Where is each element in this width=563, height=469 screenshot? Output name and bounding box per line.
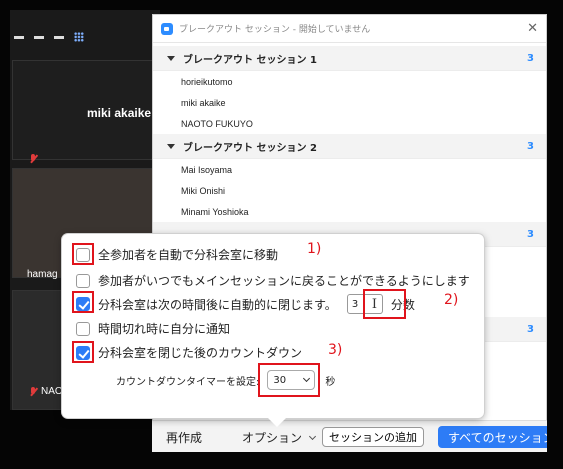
participant-name: hamag: [27, 269, 58, 280]
option-auto-move[interactable]: 全参加者を自動で分科会室に移動: [76, 246, 278, 263]
zoom-logo-icon: [161, 22, 173, 35]
list-item[interactable]: Mai Isoyama: [153, 159, 546, 180]
room-header[interactable]: ブレークアウト セッション 2 3: [153, 134, 546, 159]
option-notify[interactable]: 時間切れ時に自分に通知: [76, 320, 230, 337]
option-label: 全参加者を自動で分科会室に移動: [98, 248, 279, 262]
open-all-sessions-button[interactable]: すべてのセッション: [438, 426, 547, 448]
list-item[interactable]: NAOTO FUKUYO: [153, 113, 546, 134]
chevron-down-icon[interactable]: [167, 143, 175, 149]
screen: miki akaike hamag NAO ブレークアウト セッション - 開始…: [0, 0, 563, 469]
chevron-down-icon[interactable]: [167, 55, 175, 61]
grid-view-icon[interactable]: [74, 32, 84, 42]
view-icon[interactable]: [34, 35, 44, 39]
highlight-box: [258, 363, 320, 397]
highlight-box: [72, 341, 94, 363]
list-item[interactable]: Minami Yoshioka: [153, 201, 546, 222]
room-name: ブレークアウト セッション 1: [183, 54, 317, 66]
options-button[interactable]: オプション: [242, 429, 317, 446]
room-header[interactable]: ブレークアウト セッション 1 3: [153, 46, 546, 71]
list-item[interactable]: Miki Onishi: [153, 180, 546, 201]
option-return-anytime[interactable]: 参加者がいつでもメインセッションに戻ることができるようにします: [76, 272, 470, 289]
option-label: 分科会室は次の時間後に自動的に閉じます。: [98, 297, 337, 312]
options-popup: 全参加者を自動で分科会室に移動 参加者がいつでもメインセッションに戻ることができ…: [62, 234, 484, 427]
highlight-box: [72, 243, 94, 265]
return-anytime-checkbox[interactable]: [76, 273, 90, 288]
option-label: 参加者がいつでもメインセッションに戻ることができるようにします: [98, 274, 470, 288]
window-titlebar: ブレークアウト セッション - 開始していません ✕: [153, 15, 546, 43]
option-label: 時間切れ時に自分に通知: [98, 322, 231, 336]
room-count: 3: [527, 140, 534, 152]
timer-label: カウントダウンタイマーを設定:: [116, 376, 260, 388]
mic-muted-icon: [29, 154, 37, 164]
chevron-down-icon: [308, 432, 317, 440]
room-count: 3: [527, 52, 534, 64]
recreate-button[interactable]: 再作成: [166, 429, 202, 446]
notify-checkbox[interactable]: [76, 321, 90, 336]
option-countdown[interactable]: 分科会室を閉じた後のカウントダウン: [76, 344, 302, 361]
list-item[interactable]: miki akaike: [153, 92, 546, 113]
annotation-label: 2): [444, 292, 459, 308]
annotation-label: 1): [307, 241, 322, 257]
participant-name: miki akaike: [87, 106, 152, 120]
video-tile[interactable]: miki akaike: [12, 60, 162, 161]
window-title: ブレークアウト セッション - 開始していません: [179, 25, 371, 35]
highlight-box: [363, 289, 406, 319]
room-count: 3: [527, 228, 534, 240]
popup-arrow: [268, 418, 286, 427]
participant-name: NAO: [41, 386, 63, 397]
list-item[interactable]: horieikutomo: [153, 71, 546, 92]
gallery-toolbar: [14, 32, 84, 42]
mic-muted-icon: [29, 387, 37, 397]
view-icon-2[interactable]: [54, 35, 64, 39]
options-label: オプション: [242, 431, 303, 445]
minutes-value: 3: [351, 298, 359, 310]
timer-unit: 秒: [325, 376, 336, 388]
breakout-bottom-bar: 再作成 オプション セッションの追加 すべてのセッション: [152, 420, 547, 452]
highlight-box: [72, 291, 94, 313]
option-label: 分科会室を閉じた後のカウントダウン: [98, 346, 303, 360]
room-name: ブレークアウト セッション 2: [183, 142, 317, 154]
add-session-button[interactable]: セッションの追加: [322, 427, 424, 447]
room-count: 3: [527, 323, 534, 335]
close-icon[interactable]: ✕: [527, 21, 538, 36]
annotation-label: 3): [328, 342, 343, 358]
minimize-icon[interactable]: [14, 35, 24, 39]
